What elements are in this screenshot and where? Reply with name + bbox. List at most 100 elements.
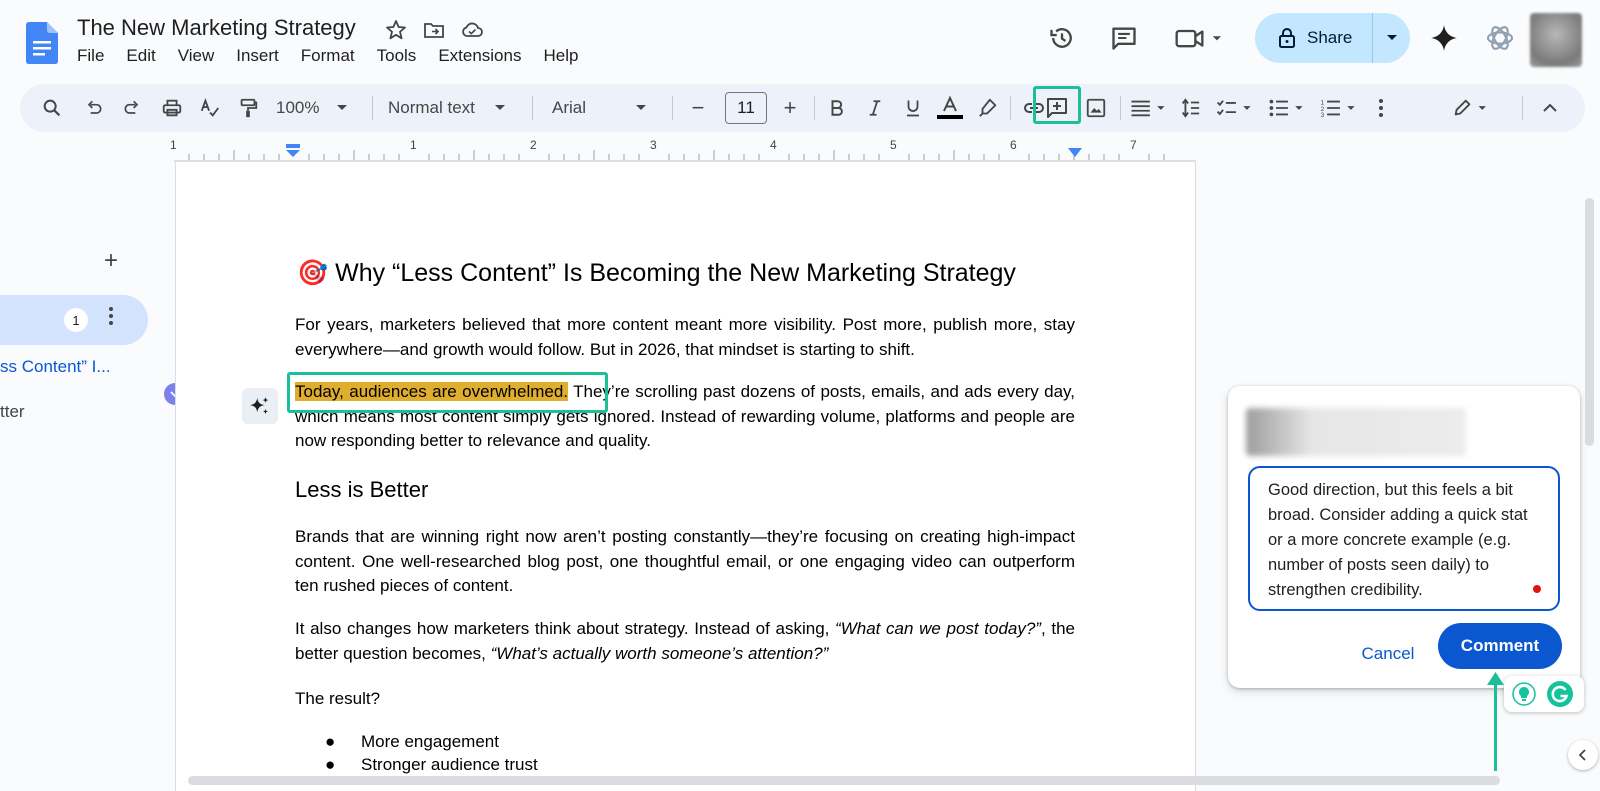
paint-format-icon[interactable] xyxy=(230,84,266,132)
print-icon[interactable] xyxy=(154,84,190,132)
google-docs-logo-icon[interactable] xyxy=(26,22,58,64)
menu-view[interactable]: View xyxy=(167,46,226,66)
account-avatar[interactable] xyxy=(1530,13,1582,67)
menu-edit[interactable]: Edit xyxy=(115,46,166,66)
chevron-down-icon xyxy=(1386,35,1397,40)
title-bar: The New Marketing Strategy File Edit Vie… xyxy=(0,0,1600,80)
paragraph-style-select[interactable]: Normal text xyxy=(382,84,522,132)
right-indent-marker-icon[interactable] xyxy=(1067,148,1083,158)
star-icon[interactable] xyxy=(384,18,408,42)
italic-icon[interactable] xyxy=(858,84,892,132)
ruler-label: 7 xyxy=(1130,138,1137,152)
more-options-icon[interactable] xyxy=(1366,84,1396,132)
toolbar-divider xyxy=(1010,96,1011,120)
ruler-label: 2 xyxy=(530,138,537,152)
add-tab-button[interactable]: + xyxy=(104,247,118,275)
chevron-down-icon xyxy=(494,105,505,110)
horizontal-ruler: 1 1 2 3 4 5 6 7 xyxy=(170,138,1196,162)
list-item[interactable]: ● More engagement xyxy=(325,732,499,752)
horizontal-scrollbar[interactable] xyxy=(188,776,1500,785)
move-folder-icon[interactable] xyxy=(422,18,446,42)
increase-font-size-button[interactable]: + xyxy=(772,84,808,132)
font-family-select[interactable]: Arial xyxy=(542,84,662,132)
meet-video-icon[interactable] xyxy=(1170,18,1230,58)
comments-icon[interactable] xyxy=(1104,18,1144,58)
quote-2: “What’s actually worth someone’s attenti… xyxy=(490,643,829,663)
paragraph-4[interactable]: It also changes how marketers think abou… xyxy=(295,617,1075,666)
zoom-value: 100% xyxy=(276,98,320,117)
paragraph-4-a: It also changes how marketers think abou… xyxy=(295,619,836,638)
zoom-select[interactable]: 100% xyxy=(274,84,356,132)
bold-icon[interactable] xyxy=(820,84,854,132)
menu-extensions[interactable]: Extensions xyxy=(427,46,532,66)
chatgpt-extension-icon[interactable] xyxy=(1480,18,1520,58)
grammarly-widget[interactable] xyxy=(1504,676,1584,712)
ruler-label: 6 xyxy=(1010,138,1017,152)
tab-comment-count-badge: 1 xyxy=(64,308,88,332)
formatting-toolbar: 100% Normal text Arial − 11 + 1 2 3 xyxy=(20,84,1585,132)
paragraph-1[interactable]: For years, marketers believed that more … xyxy=(295,313,1075,362)
search-menus-icon[interactable] xyxy=(32,84,72,132)
document-heading[interactable]: 🎯 Why “Less Content” Is Becoming the New… xyxy=(297,259,1016,288)
highlight-color-icon[interactable] xyxy=(970,84,1006,132)
comment-submit-button[interactable]: Comment xyxy=(1438,623,1562,669)
numbered-list-icon[interactable]: 123 xyxy=(1314,84,1364,132)
heading-text: Why “Less Content” Is Becoming the New M… xyxy=(335,259,1016,287)
grammarly-logo-icon[interactable] xyxy=(1546,680,1574,708)
cloud-saved-icon[interactable] xyxy=(460,18,484,42)
side-panel-expand-icon[interactable] xyxy=(1568,740,1598,770)
menu-tools[interactable]: Tools xyxy=(366,46,428,66)
toolbar-divider xyxy=(814,96,815,120)
underline-icon[interactable] xyxy=(896,84,930,132)
insert-image-icon[interactable] xyxy=(1078,84,1114,132)
undo-icon[interactable] xyxy=(76,84,112,132)
menu-help[interactable]: Help xyxy=(532,46,589,66)
outline-item-heading[interactable]: ss Content” I... xyxy=(0,357,111,377)
share-dropdown[interactable] xyxy=(1373,34,1410,42)
chevron-down-icon xyxy=(337,105,348,110)
paragraph-3[interactable]: Brands that are winning right now aren’t… xyxy=(295,525,1075,599)
paragraph-5[interactable]: The result? xyxy=(295,687,1075,712)
line-spacing-icon[interactable] xyxy=(1172,84,1208,132)
text-color-icon[interactable] xyxy=(932,84,968,132)
ruler-label: 4 xyxy=(770,138,777,152)
align-icon[interactable] xyxy=(1124,84,1172,132)
menu-file[interactable]: File xyxy=(66,46,115,66)
version-history-icon[interactable] xyxy=(1042,18,1082,58)
ai-assist-button[interactable] xyxy=(242,388,278,424)
outline-item-subheading[interactable]: tter xyxy=(0,402,25,422)
tab-options-icon[interactable] xyxy=(108,306,114,332)
menu-insert[interactable]: Insert xyxy=(225,46,290,66)
ruler-label: 5 xyxy=(890,138,897,152)
quote-1: “What can we post today?” xyxy=(835,619,1041,638)
left-indent-marker-icon[interactable] xyxy=(285,144,301,158)
font-size-input[interactable]: 11 xyxy=(725,92,767,124)
ruler-label: 3 xyxy=(650,138,657,152)
font-family-value: Arial xyxy=(552,98,587,117)
document-title[interactable]: The New Marketing Strategy xyxy=(77,15,356,41)
spellcheck-icon[interactable] xyxy=(192,84,228,132)
redo-icon[interactable] xyxy=(114,84,150,132)
toolbar-divider xyxy=(372,96,373,120)
collapse-toolbar-icon[interactable] xyxy=(1532,84,1568,132)
list-item[interactable]: ● Stronger audience trust xyxy=(325,755,538,775)
decrease-font-size-button[interactable]: − xyxy=(680,84,716,132)
comment-input[interactable]: Good direction, but this feels a bit bro… xyxy=(1248,466,1560,611)
toolbar-divider xyxy=(1522,96,1523,120)
gemini-icon[interactable] xyxy=(1424,18,1464,58)
selection-annotation-box xyxy=(287,372,608,413)
editing-mode-select[interactable] xyxy=(1436,84,1512,132)
subheading-less-is-better[interactable]: Less is Better xyxy=(295,477,428,503)
commenter-identity-blurred xyxy=(1246,408,1466,456)
svg-text:3: 3 xyxy=(1321,112,1325,119)
share-button[interactable]: Share xyxy=(1255,13,1410,63)
toolbar-divider xyxy=(672,96,673,120)
share-main-button[interactable]: Share xyxy=(1255,13,1373,63)
lightbulb-icon[interactable] xyxy=(1512,682,1536,706)
bulleted-list-icon[interactable] xyxy=(1262,84,1312,132)
cancel-button[interactable]: Cancel xyxy=(1338,634,1438,674)
vertical-scrollbar[interactable] xyxy=(1585,198,1594,446)
sparkle-icon xyxy=(249,396,269,415)
checklist-icon[interactable] xyxy=(1210,84,1260,132)
menu-format[interactable]: Format xyxy=(290,46,366,66)
